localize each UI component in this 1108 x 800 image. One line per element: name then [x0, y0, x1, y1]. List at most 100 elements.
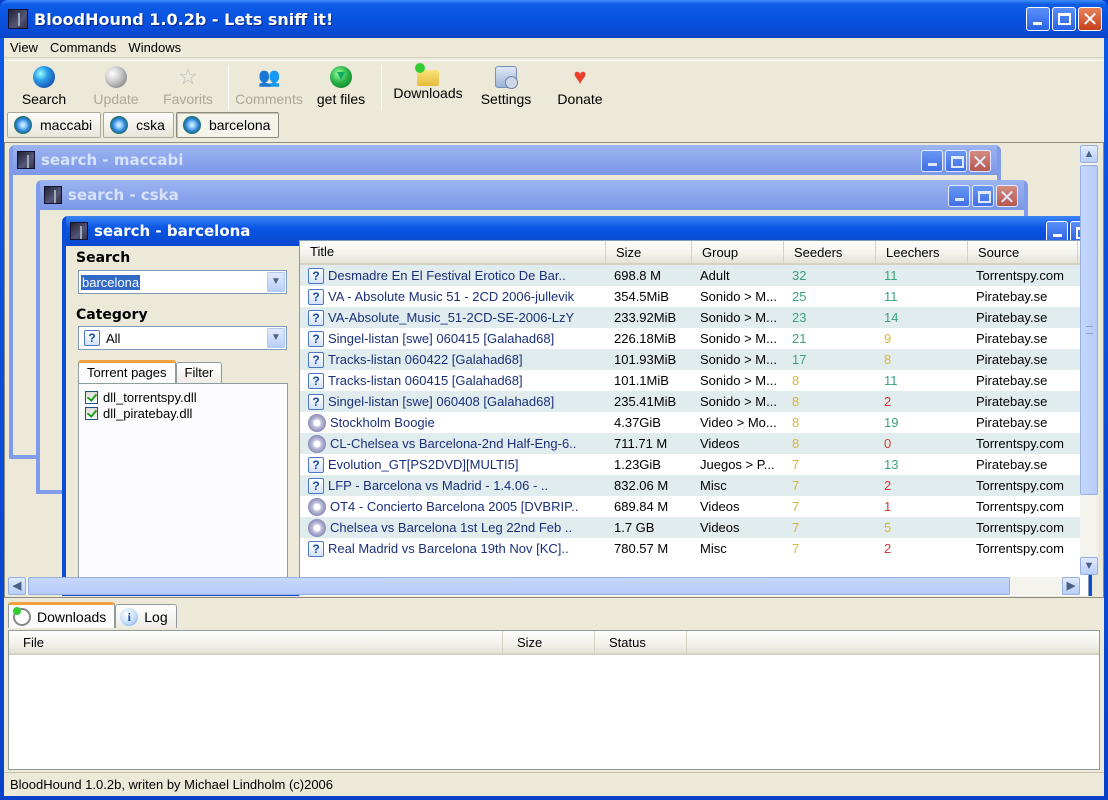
- col-title[interactable]: Title: [300, 241, 606, 263]
- globe-icon: [33, 66, 55, 88]
- child-window-barcelona[interactable]: search - barcelona Search barcelona ▼ Ca…: [62, 216, 1092, 596]
- scroll-right-button[interactable]: ▶: [1062, 577, 1080, 595]
- table-row[interactable]: Stockholm Boogie 4.37GiB Video > Mo... 8 19 P…: [300, 412, 1088, 433]
- col-size[interactable]: Size: [606, 241, 692, 263]
- menu-commands[interactable]: Commands: [44, 38, 122, 58]
- checkbox[interactable]: [85, 406, 98, 420]
- table-row[interactable]: ? Singel-listan [swe] 060415 [Galahad68] 2…: [300, 328, 1088, 349]
- search-tab-maccabi[interactable]: maccabi: [7, 112, 102, 138]
- col-file[interactable]: File: [9, 631, 503, 653]
- tab-log[interactable]: i Log: [115, 604, 177, 628]
- chevron-down-icon[interactable]: ▼: [267, 328, 285, 348]
- vertical-scroll-thumb[interactable]: [1080, 165, 1098, 495]
- title-bar[interactable]: BloodHound 1.0.2b - Lets sniff it! ✕: [0, 0, 1108, 38]
- minimize-button[interactable]: [948, 185, 970, 207]
- mdi-horizontal-scrollbar[interactable]: ◀ ▶: [8, 577, 1080, 595]
- tab-filter[interactable]: Filter: [175, 362, 223, 384]
- table-row[interactable]: ? Tracks-listan 060422 [Galahad68] 101.93M…: [300, 349, 1088, 370]
- minimize-button[interactable]: [921, 150, 943, 172]
- mdi-vertical-scrollbar[interactable]: ▲ ▼: [1080, 145, 1098, 575]
- col-seeders[interactable]: Seeders: [784, 241, 876, 263]
- child-body: Search barcelona ▼ Category ? All ▼ Torr…: [66, 240, 1089, 596]
- maximize-button[interactable]: [972, 185, 994, 207]
- col-leechers[interactable]: Leechers: [876, 241, 968, 263]
- cell-source: Piratebay.se: [976, 352, 1048, 367]
- table-row[interactable]: CL-Chelsea vs Barcelona-2nd Half-Eng-6..…: [300, 433, 1088, 454]
- title-text: Stockholm Boogie: [330, 415, 435, 430]
- cell-title: ? Desmadre En El Festival Erotico De Bar.…: [300, 267, 606, 284]
- cell-source: Piratebay.se: [976, 310, 1048, 325]
- question-icon: ?: [308, 330, 324, 347]
- cell-title: ? Evolution_GT[PS2DVD][MULTI5]: [300, 456, 606, 473]
- table-row[interactable]: ? Evolution_GT[PS2DVD][MULTI5] 1.23GiB Jueg…: [300, 454, 1088, 475]
- table-row[interactable]: ? VA - Absolute Music 51 - 2CD 2006-julle…: [300, 286, 1088, 307]
- table-row[interactable]: ? Desmadre En El Festival Erotico De Bar.…: [300, 265, 1088, 286]
- cell-size: 711.71 M: [614, 436, 668, 451]
- minimize-button[interactable]: [1026, 7, 1050, 31]
- donate-button[interactable]: ♥ Donate: [542, 61, 618, 111]
- close-button[interactable]: ✕: [969, 150, 991, 173]
- child-title-bar[interactable]: search - cska ✕: [40, 180, 1024, 210]
- scroll-down-button[interactable]: ▼: [1080, 557, 1098, 575]
- folder-icon: [415, 63, 439, 86]
- search-button[interactable]: Search: [8, 61, 80, 111]
- horizontal-scroll-thumb[interactable]: [28, 577, 1010, 595]
- cell-title: ? Real Madrid vs Barcelona 19th Nov [KC].…: [300, 540, 606, 557]
- comments-button[interactable]: 👥 Comments: [233, 61, 305, 111]
- question-icon: ?: [308, 477, 324, 494]
- menu-view[interactable]: View: [4, 38, 44, 58]
- favorits-button[interactable]: ☆ Favorits: [152, 61, 224, 111]
- search-tab-cska[interactable]: cska: [103, 112, 174, 138]
- cell-size: 832.06 M: [614, 478, 669, 493]
- child-title: search - maccabi: [41, 151, 184, 169]
- status-bar: BloodHound 1.0.2b, writen by Michael Lin…: [4, 772, 1104, 796]
- cell-size: 235.41MiB: [614, 394, 677, 409]
- col-source[interactable]: Source: [968, 241, 1078, 263]
- search-combo[interactable]: barcelona ▼: [78, 270, 287, 294]
- tab-torrent-pages[interactable]: Torrent pages: [78, 360, 176, 384]
- search-tab-barcelona[interactable]: barcelona: [175, 112, 280, 138]
- col-size[interactable]: Size: [503, 631, 595, 653]
- table-row[interactable]: ? Real Madrid vs Barcelona 19th Nov [KC].…: [300, 538, 1088, 559]
- plugin-item[interactable]: dll_torrentspy.dll: [85, 389, 287, 405]
- category-combo[interactable]: ? All ▼: [78, 326, 287, 350]
- table-row[interactable]: ? LFP - Barcelona vs Madrid - 1.4.06 - ..…: [300, 475, 1088, 496]
- table-row[interactable]: ? VA-Absolute_Music_51-2CD-SE-2006-LzY 233…: [300, 307, 1088, 328]
- downloads-table: File Size Status: [8, 630, 1100, 770]
- cell-title: CL-Chelsea vs Barcelona-2nd Half-Eng-6..: [300, 434, 606, 453]
- table-row[interactable]: Chelsea vs Barcelona 1st Leg 22nd Feb ..…: [300, 517, 1088, 538]
- checkbox[interactable]: [85, 390, 98, 404]
- minimize-icon: [955, 198, 964, 201]
- plugin-item[interactable]: dll_piratebay.dll: [85, 405, 287, 421]
- cell-size: 4.37GiB: [614, 415, 661, 430]
- menu-windows[interactable]: Windows: [122, 38, 187, 58]
- heart-icon: ♥: [573, 64, 587, 89]
- cell-seeders: 8: [792, 436, 800, 451]
- chevron-down-icon[interactable]: ▼: [267, 272, 285, 292]
- close-button[interactable]: ✕: [996, 185, 1018, 208]
- cell-source: Piratebay.se: [976, 457, 1048, 472]
- scroll-up-button[interactable]: ▲: [1080, 145, 1098, 163]
- downloads-button[interactable]: Downloads: [386, 61, 470, 111]
- minimize-icon: [928, 163, 937, 166]
- table-row[interactable]: ? Tracks-listan 060415 [Galahad68] 101.1Mi…: [300, 370, 1088, 391]
- get-files-button[interactable]: get files: [305, 61, 377, 111]
- cell-seeders: 7: [792, 478, 800, 493]
- close-button[interactable]: ✕: [1078, 7, 1102, 31]
- update-button[interactable]: Update: [80, 61, 152, 111]
- col-group[interactable]: Group: [692, 241, 784, 263]
- title-text: Singel-listan [swe] 060415 [Galahad68]: [328, 331, 555, 346]
- settings-button[interactable]: Settings: [470, 61, 542, 111]
- child-title-bar[interactable]: search - maccabi ✕: [13, 145, 997, 175]
- tab-downloads[interactable]: Downloads: [8, 602, 116, 628]
- maximize-button[interactable]: [945, 150, 967, 172]
- maximize-button[interactable]: [1052, 7, 1076, 31]
- table-row[interactable]: ? Singel-listan [swe] 060408 [Galahad68] 2…: [300, 391, 1088, 412]
- cell-group: Videos: [700, 499, 740, 514]
- cell-leechers: 2: [884, 478, 892, 493]
- scroll-left-button[interactable]: ◀: [8, 577, 26, 595]
- col-status[interactable]: Status: [595, 631, 687, 653]
- cell-group: Misc: [700, 478, 727, 493]
- cell-title: ? Singel-listan [swe] 060415 [Galahad68]: [300, 330, 606, 347]
- table-row[interactable]: OT4 - Concierto Barcelona 2005 [DVBRIP..…: [300, 496, 1088, 517]
